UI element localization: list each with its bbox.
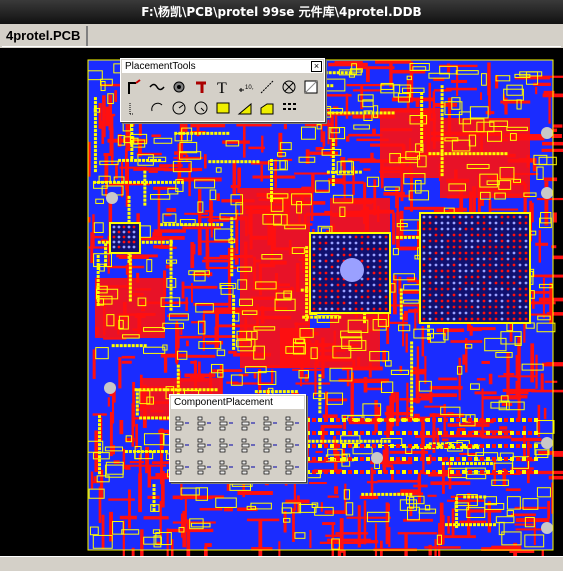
svg-text:10,10: 10,10 <box>245 85 254 91</box>
status-bar <box>0 556 563 571</box>
polygon-plane-icon[interactable] <box>235 98 255 117</box>
space-horizontal-equal-icon[interactable] <box>238 413 258 432</box>
arrange-outside-icon[interactable] <box>260 457 280 476</box>
align-right-icon[interactable] <box>216 413 236 432</box>
space-vertical-equal-icon[interactable] <box>238 435 258 454</box>
coordinate-icon[interactable]: 10,10 <box>235 77 255 96</box>
svg-text:T: T <box>217 80 227 96</box>
align-left-icon[interactable] <box>172 413 192 432</box>
arrange-in-room-icon[interactable] <box>238 457 258 476</box>
fill-icon[interactable] <box>213 98 233 117</box>
close-icon[interactable]: × <box>311 61 322 72</box>
center-arc-icon[interactable] <box>147 98 167 117</box>
document-tab[interactable]: 4protel.PCB <box>0 26 89 46</box>
group-align-icon[interactable] <box>194 457 214 476</box>
align-center-vertical-icon[interactable] <box>194 435 214 454</box>
snap-to-grid-icon[interactable] <box>282 457 302 476</box>
increase-vertical-space-icon[interactable] <box>260 435 280 454</box>
array-paste-icon[interactable] <box>279 98 299 117</box>
corner-arc-icon[interactable] <box>125 98 145 117</box>
pin-tool-icon[interactable] <box>191 77 211 96</box>
window-title: F:\杨凯\PCB\protel 99se 元件库\4protel.DDB <box>0 0 563 24</box>
via-icon[interactable] <box>169 77 189 96</box>
placement-tools-palette[interactable]: PlacementTools × T 10,10 <box>120 58 325 122</box>
placement-tools-title-bar[interactable]: PlacementTools × <box>122 60 323 73</box>
move-to-grid-icon[interactable] <box>216 457 236 476</box>
split-plane-icon[interactable] <box>257 98 277 117</box>
component-placement-title: ComponentPlacement <box>174 397 273 408</box>
text-icon[interactable]: T <box>213 77 233 96</box>
align-bottom-icon[interactable] <box>216 435 236 454</box>
origin-icon[interactable] <box>279 77 299 96</box>
align-top-icon[interactable] <box>172 435 192 454</box>
dimension-icon[interactable] <box>257 77 277 96</box>
component-placement-title-bar[interactable]: ComponentPlacement <box>171 396 304 409</box>
board-outline-icon[interactable] <box>301 77 321 96</box>
decrease-horizontal-space-icon[interactable] <box>282 413 302 432</box>
arc-edge-icon[interactable] <box>169 98 189 117</box>
decrease-vertical-space-icon[interactable] <box>282 435 302 454</box>
tab-divider <box>2 46 561 47</box>
full-circle-icon[interactable] <box>191 98 211 117</box>
document-tab-bar: 4protel.PCB <box>0 24 563 49</box>
room-align-icon[interactable] <box>172 457 192 476</box>
increase-horizontal-space-icon[interactable] <box>260 413 280 432</box>
placement-tools-title: PlacementTools <box>125 61 196 72</box>
align-center-horizontal-icon[interactable] <box>194 413 214 432</box>
component-placement-palette[interactable]: ComponentPlacement <box>169 394 306 482</box>
wire-icon[interactable] <box>147 77 167 96</box>
interactive-route-icon[interactable] <box>125 77 145 96</box>
